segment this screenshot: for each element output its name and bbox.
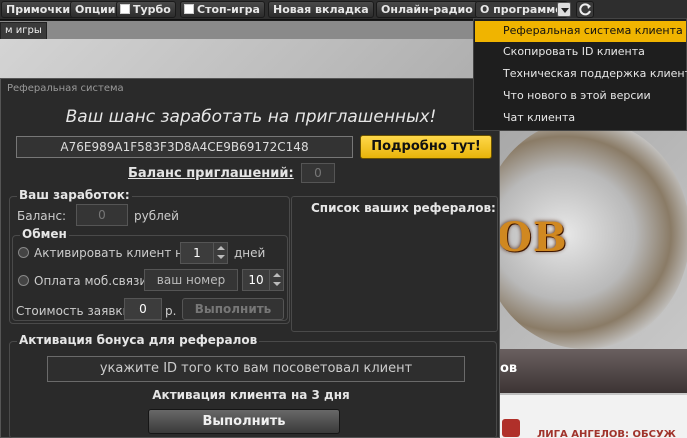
activate-label: Активировать клиент на <box>34 246 191 260</box>
currency-label: рублей <box>134 209 179 223</box>
turbo-label: Турбо <box>133 3 171 16</box>
radio-button[interactable]: Онлайн-радио <box>376 1 478 18</box>
earnings-title: Ваш заработок: <box>17 188 132 202</box>
cost-label: Стоимость заявки: <box>16 304 135 318</box>
menu-item-copy-id[interactable]: Скопировать ID клиента <box>475 42 686 63</box>
dialog-headline: Ваш шанс заработать на приглашенных! <box>65 107 437 127</box>
menu-item-support[interactable]: Техническая поддержка клиента <box>475 64 687 85</box>
menu-item-chat[interactable]: Чат клиента <box>475 108 686 129</box>
tab-game[interactable]: м игры <box>0 22 47 39</box>
invites-balance-value: 0 <box>301 163 335 183</box>
referrals-list[interactable]: Список ваших рефералов: <box>291 196 498 332</box>
cost-value: 0 <box>124 298 162 320</box>
cost-unit: р. <box>165 304 177 318</box>
exchange-execute-button[interactable]: Выполнить <box>182 298 284 320</box>
chevron-down-icon[interactable] <box>557 2 571 17</box>
activate-days-value: 1 <box>193 246 201 260</box>
dialog-title: Реферальная система <box>7 83 124 94</box>
stepper-arrows-icon[interactable] <box>213 243 227 263</box>
stop-game-toggle[interactable]: Стоп-игра <box>180 1 265 18</box>
about-menu-button[interactable]: О программе <box>475 1 568 18</box>
new-tab-button[interactable]: Новая вкладка <box>268 1 374 18</box>
exchange-title: Обмен <box>20 227 69 241</box>
tricks-button[interactable]: Примочки <box>1 1 76 18</box>
mobile-label: Оплата моб.связи <box>34 274 148 288</box>
referrals-title: Список ваших рефералов: <box>311 201 496 215</box>
phone-number-input[interactable]: ваш номер <box>144 269 238 291</box>
invites-balance-label: Баланс приглашений: <box>128 166 294 181</box>
turbo-toggle[interactable]: Турбо <box>116 1 176 18</box>
options-button[interactable]: Опции <box>70 1 121 18</box>
menu-item-whats-new[interactable]: Что нового в этой версии <box>475 86 686 107</box>
bonus-title: Активация бонуса для рефералов <box>17 333 260 347</box>
referral-code-field[interactable]: A76E989A1F583F3D8A4CE9B69172C148 <box>16 136 353 158</box>
balance-label: Баланс: <box>17 209 67 223</box>
mobile-radio[interactable] <box>18 275 29 286</box>
stop-game-checkbox[interactable] <box>184 4 194 14</box>
toolbar: Примочки Опции Турбо Стоп-игра Новая вкл… <box>0 0 687 20</box>
menu-item-referral-system[interactable]: Реферальная система клиента <box>475 21 686 42</box>
activate-days-stepper[interactable]: 1 <box>180 242 228 264</box>
refresh-icon <box>579 3 591 16</box>
balance-value: 0 <box>76 204 128 226</box>
activate-radio[interactable] <box>18 247 29 258</box>
news-link[interactable]: ЛИГА АНГЕЛОВ: ОБСУЖ <box>537 429 676 438</box>
referral-dialog: Реферальная система Ваш шанс заработать … <box>0 78 500 438</box>
activation-label: Активация клиента на 3 дня <box>152 388 350 402</box>
turbo-checkbox[interactable] <box>120 4 130 14</box>
mobile-amount-stepper[interactable]: 10 <box>242 269 284 291</box>
stop-game-label: Стоп-игра <box>197 3 260 16</box>
about-dropdown-menu: Реферальная система клиента Скопировать … <box>473 18 687 131</box>
news-icon <box>502 419 520 437</box>
days-label: дней <box>234 246 266 260</box>
referrer-id-input[interactable]: укажите ID того кто вам посоветовал клие… <box>47 356 465 382</box>
stepper-arrows-icon[interactable] <box>269 270 283 290</box>
page-header-text: ов <box>500 361 518 376</box>
mobile-amount-value: 10 <box>248 273 264 287</box>
page-header-bar <box>497 349 687 393</box>
game-logo: ОВ <box>497 214 568 261</box>
details-button[interactable]: Подробно тут! <box>360 135 492 159</box>
bonus-execute-button[interactable]: Выполнить <box>148 409 340 434</box>
refresh-button[interactable] <box>576 1 594 18</box>
